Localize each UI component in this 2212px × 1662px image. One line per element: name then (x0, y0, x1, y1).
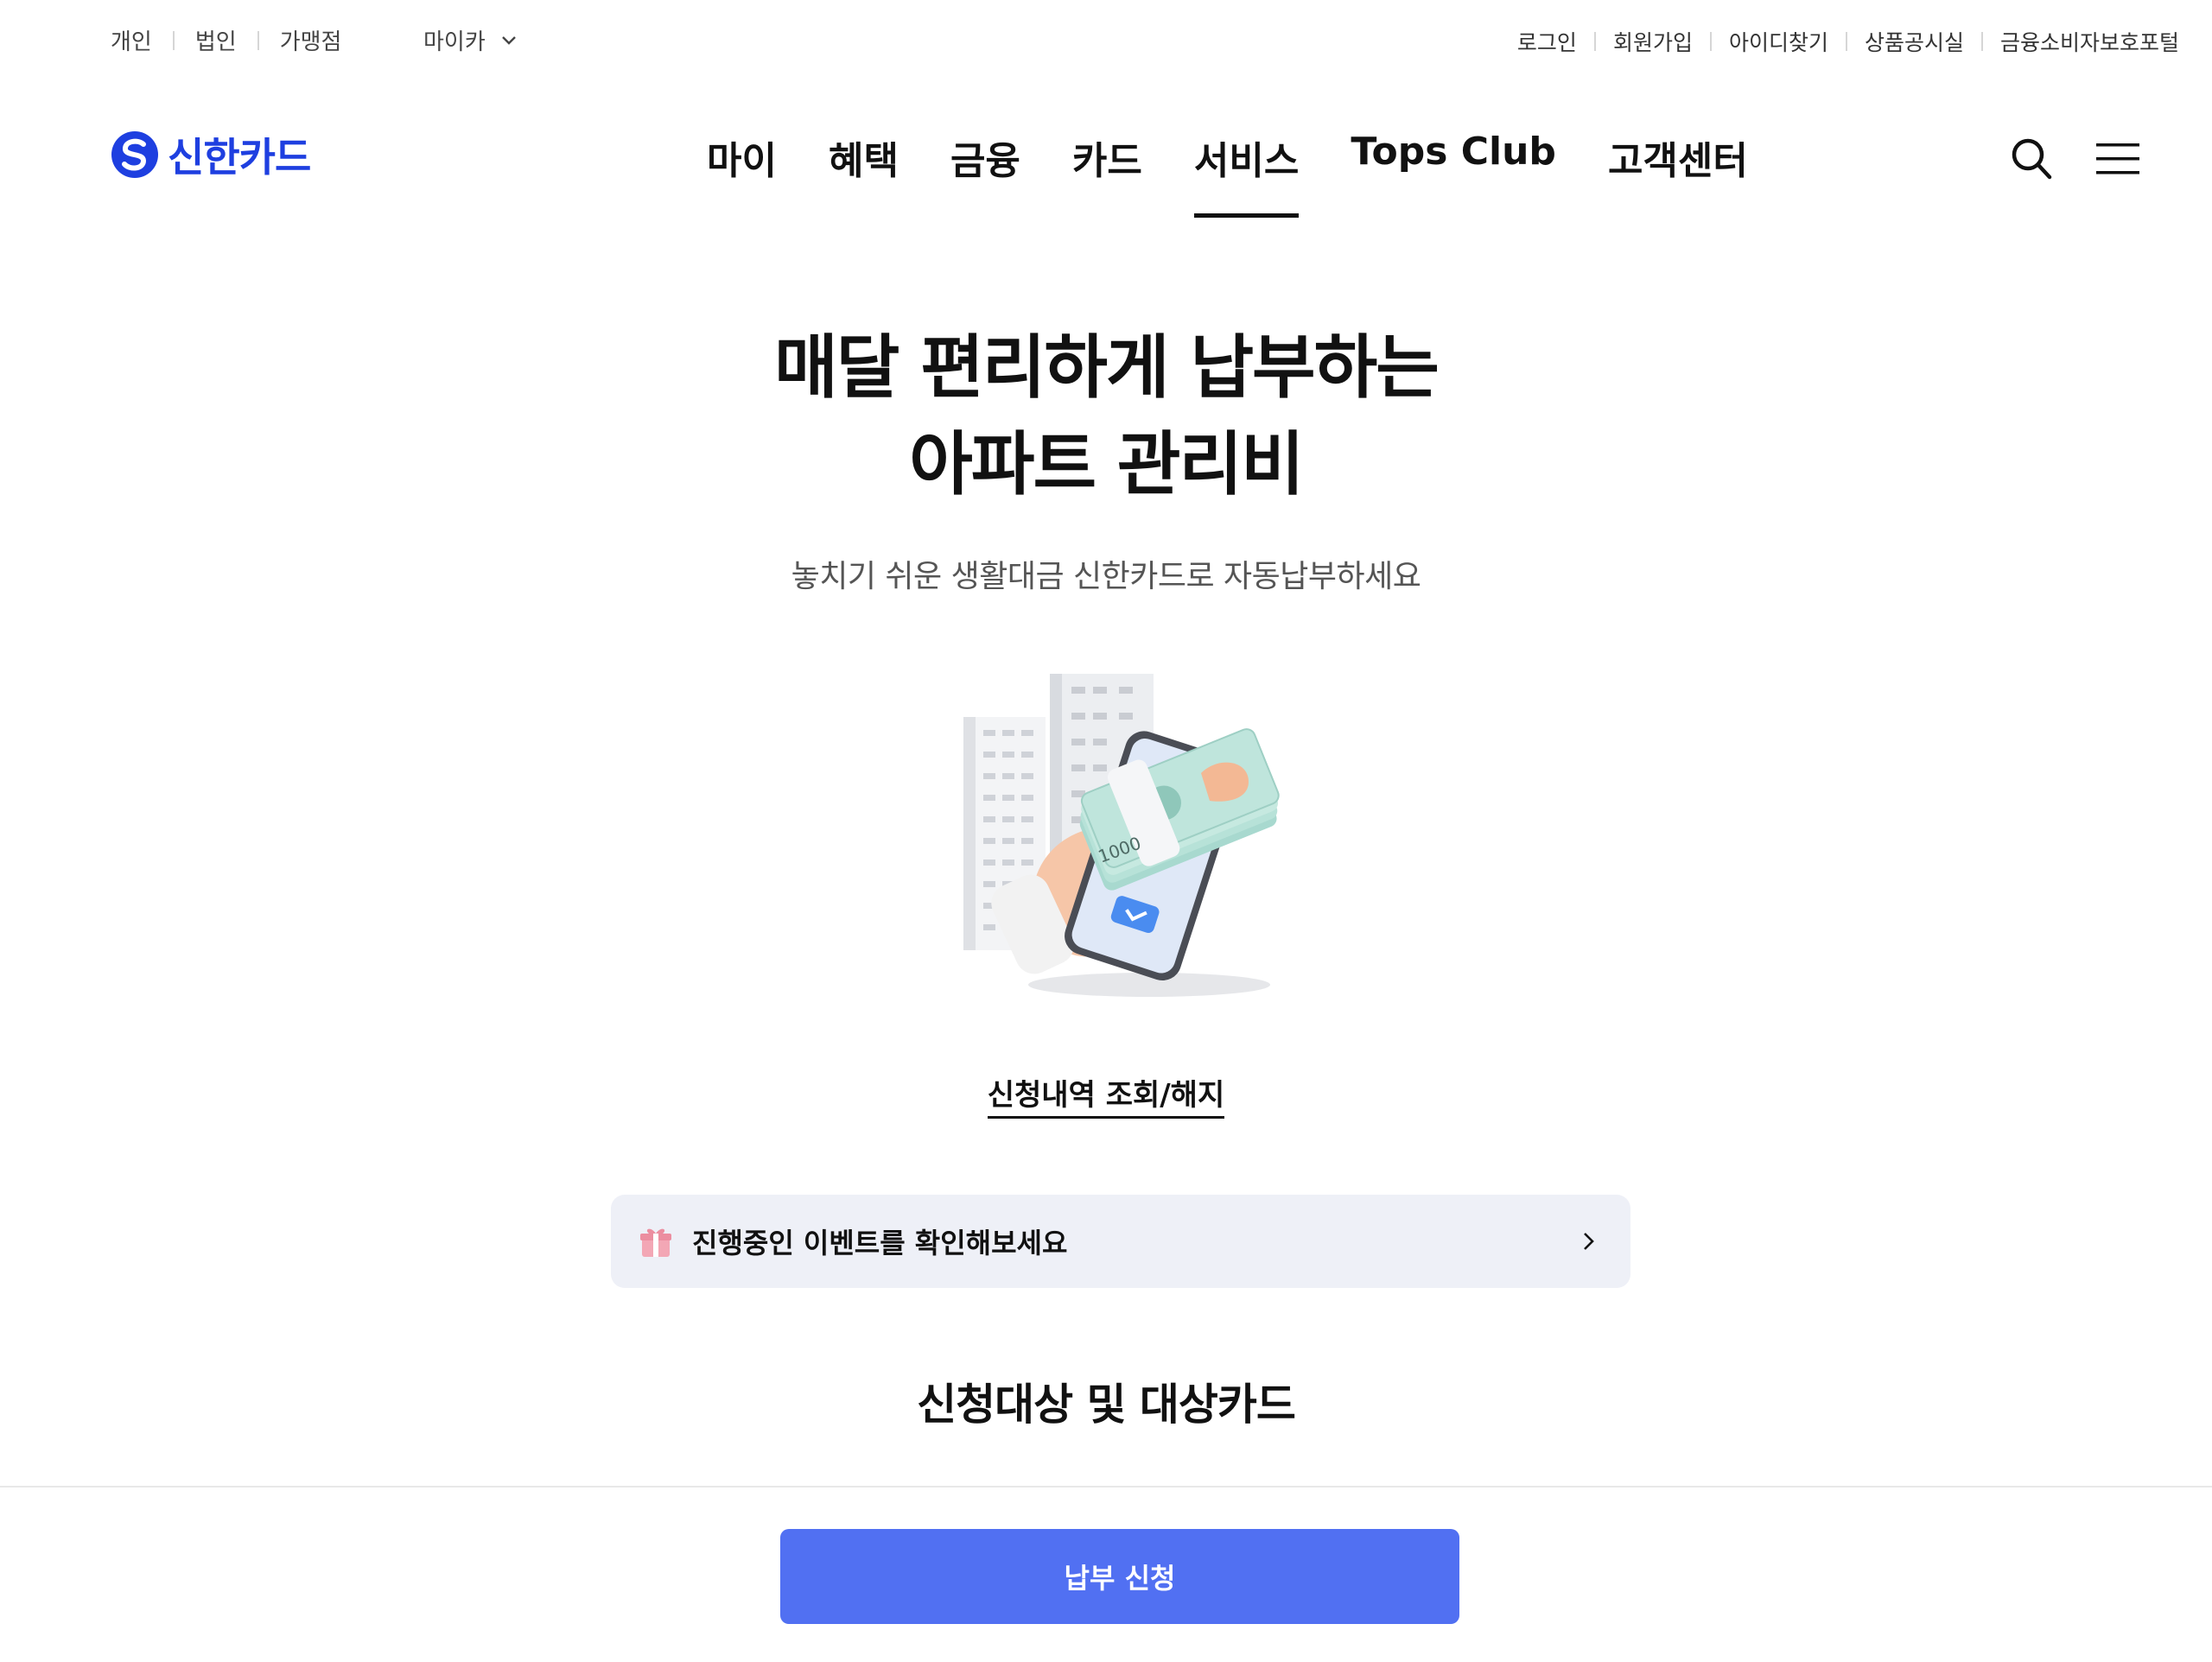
account-links: 로그인 회원가입 아이디찾기 상품공시실 금융소비자보호포털 (1517, 26, 2179, 57)
event-banner[interactable]: 진행중인 이벤트를 확인해보세요 (611, 1195, 1630, 1288)
history-link-wrap: 신청내역 조회/해지 (0, 1071, 2212, 1119)
bottom-action-bar: 납부 신청 (0, 1486, 2212, 1662)
chevron-right-icon (1584, 1233, 1594, 1250)
divider (172, 30, 175, 50)
nav-item-my[interactable]: 마이 (707, 130, 777, 218)
mycar-label: 마이카 (423, 29, 486, 55)
login-link[interactable]: 로그인 (1517, 26, 1577, 57)
divider (1980, 32, 1983, 51)
application-history-link[interactable]: 신청내역 조회/해지 (987, 1078, 1225, 1119)
nav-item-finance[interactable]: 금융 (950, 130, 1020, 218)
nav-item-customer-center[interactable]: 고객센터 (1608, 130, 1748, 218)
divider (1593, 32, 1596, 51)
logo-text: 신한카드 (168, 134, 311, 181)
utility-bar: 개인 법인 가맹점 마이카 로그인 회원가입 아이디찾기 상품공시실 금융소비자… (0, 0, 2212, 86)
logo[interactable]: 신한카드 (111, 126, 311, 183)
nav-item-service[interactable]: 서비스 (1193, 130, 1300, 218)
segment-personal-link[interactable]: 개인 (111, 24, 152, 56)
main-header: 신한카드 마이 혜택 금융 카드 서비스 Tops Club 고객센터 (0, 104, 2212, 225)
divider (1709, 32, 1712, 51)
header-actions (2010, 136, 2139, 181)
search-icon[interactable] (2010, 136, 2053, 181)
nav-item-benefits[interactable]: 혜택 (829, 130, 899, 218)
mycar-dropdown[interactable]: 마이카 (423, 24, 517, 56)
title-line-2: 아파트 관리비 (909, 424, 1304, 504)
page-subtitle: 놓치기 쉬운 생활대금 신한카드로 자동납부하세요 (791, 559, 1421, 594)
product-disclosure-link[interactable]: 상품공시실 (1865, 26, 1964, 57)
section-title-eligibility: 신청대상 및 대상카드 (917, 1380, 1296, 1430)
segment-merchant-link[interactable]: 가맹점 (280, 24, 342, 56)
divider (1845, 32, 1847, 51)
segment-corporate-link[interactable]: 법인 (195, 24, 237, 56)
consumer-protection-link[interactable]: 금융소비자보호포털 (2000, 26, 2179, 57)
nav-item-tops-club[interactable]: Tops Club (1351, 130, 1556, 218)
hero-section: 매달 편리하게 납부하는 아파트 관리비 놓치기 쉬운 생활대금 신한카드로 자… (0, 320, 2212, 596)
title-line-1: 매달 편리하게 납부하는 (774, 327, 1440, 408)
event-banner-text: 진행중인 이벤트를 확인해보세요 (692, 1227, 1068, 1259)
hero-illustration: 1000 (963, 674, 1280, 997)
customer-segment-nav: 개인 법인 가맹점 (111, 24, 341, 56)
apply-payment-button[interactable]: 납부 신청 (780, 1529, 1459, 1624)
shinhan-logo-icon (111, 131, 158, 178)
page-title: 매달 편리하게 납부하는 아파트 관리비 (0, 320, 2212, 513)
divider (257, 30, 259, 50)
nav-item-card[interactable]: 카드 (1072, 130, 1142, 218)
gift-icon (640, 1228, 671, 1257)
chevron-down-icon (501, 35, 516, 45)
global-nav: 마이 혜택 금융 카드 서비스 Tops Club 고객센터 (707, 130, 1748, 218)
signup-link[interactable]: 회원가입 (1613, 26, 1693, 57)
menu-icon[interactable] (2096, 142, 2139, 176)
find-id-link[interactable]: 아이디찾기 (1729, 26, 1828, 57)
